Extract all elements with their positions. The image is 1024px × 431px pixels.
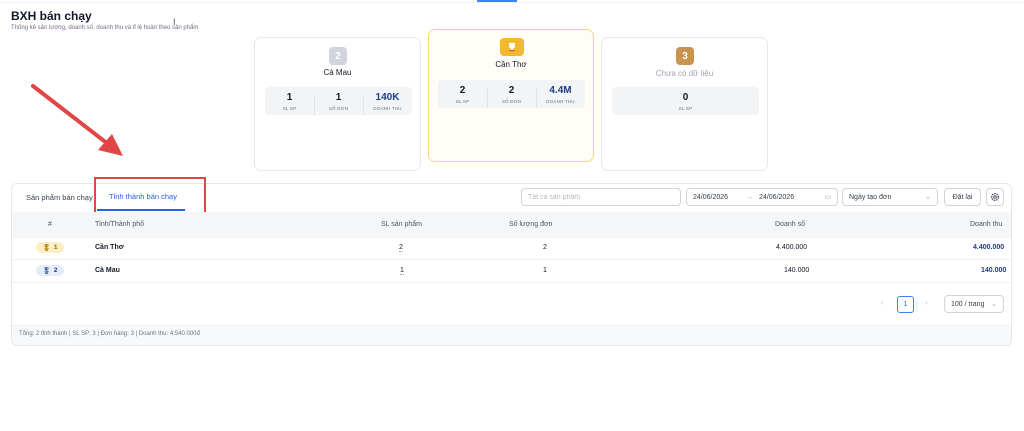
top-divider [0, 2, 1024, 3]
province-name[interactable]: Cà Mau [95, 267, 120, 274]
page-title: BXH bán chạy [11, 9, 92, 23]
gear-icon [990, 192, 1000, 202]
next-page-icon[interactable]: › [925, 298, 928, 307]
row-divider [12, 259, 1011, 260]
tab-top-products[interactable]: Sản phẩm bán chạy [26, 193, 93, 202]
date-type-select[interactable]: Ngày tạo đơn ⌄ [842, 188, 938, 206]
rank-pill-gold: 🎖 1 [36, 242, 64, 253]
trophy-icon [500, 38, 524, 56]
prev-page-icon[interactable]: ‹ [881, 298, 884, 307]
page-number[interactable]: 1 [897, 296, 914, 313]
settings-button[interactable] [986, 188, 1004, 206]
stat-revenue: 140K DOANH THU [363, 92, 412, 115]
medal-icon: 🎖 [42, 244, 51, 252]
podium-stats: 0 SL SP [612, 87, 759, 115]
revenue-value: 140.000 [981, 267, 1007, 274]
product-qty[interactable]: 1 [400, 267, 404, 275]
date-from[interactable]: 24/06/2026 [693, 194, 728, 201]
podium-stats: 2 SL SP 2 SỐ ĐƠN 4.4M DOANH THU [438, 80, 585, 108]
annotation-arrow-icon [31, 84, 123, 156]
medal-icon: 🎖 [42, 267, 51, 275]
annotation-highlight-box [94, 177, 206, 214]
summary-text: Tổng: 2 tỉnh thành | SL SP: 3 | Đơn hàng… [19, 331, 200, 337]
reset-button[interactable]: Đặt lại [944, 188, 981, 206]
rank-badge-third: 3 [676, 47, 694, 65]
page-size-value: 100 / trang [951, 300, 985, 308]
text-cursor-icon: I [173, 17, 176, 27]
order-count: 1 [543, 267, 547, 274]
revenue-value: 4.400.000 [973, 244, 1005, 251]
product-qty[interactable]: 2 [399, 244, 403, 252]
col-qty: SL sản phẩm [381, 221, 422, 228]
sales-value: 140.000 [784, 267, 810, 274]
stat-products: 2 SL SP [455, 84, 470, 104]
date-to[interactable]: 24/06/2026 [759, 194, 794, 201]
podium-stats: 1 SL SP 1 SỐ ĐƠN 140K DOANH THU [265, 87, 412, 115]
chevron-down-icon: ⌄ [991, 301, 997, 308]
stat-products: 0 SL SP [678, 91, 693, 111]
col-revenue: Doanh thu [970, 221, 1003, 228]
col-rank: # [48, 221, 52, 228]
stat-orders: 2 SỐ ĐƠN [487, 85, 536, 108]
province-name[interactable]: Cần Thơ [95, 244, 124, 251]
date-range-picker[interactable]: 24/06/2026 → 24/06/2026 ▭ [686, 188, 838, 206]
order-count: 2 [543, 244, 547, 251]
podium-name: Cà Mau [323, 68, 352, 77]
page-subtitle: Thống kê sản lượng, doanh số, doanh thu … [11, 25, 199, 31]
podium-card-third: 3 Chưa có dữ liệu 0 SL SP [601, 37, 768, 171]
podium-name: Cần Thơ [495, 60, 527, 69]
product-filter-input[interactable] [521, 188, 681, 206]
chevron-down-icon: ⌄ [925, 194, 931, 201]
row-divider [12, 282, 1011, 283]
stat-orders: 1 SỐ ĐƠN [314, 92, 363, 115]
date-separator: → [746, 193, 754, 201]
calendar-icon: ▭ [824, 194, 831, 201]
col-orders: Số lượng đơn [509, 221, 553, 228]
rank-pill-silver: 🎖 2 [36, 265, 64, 276]
stat-products: 1 SL SP [282, 91, 297, 111]
stat-revenue: 4.4M DOANH THU [536, 85, 585, 108]
podium-card-first: Cần Thơ 2 SL SP 2 SỐ ĐƠN 4.4M DOANH THU [428, 29, 594, 162]
podium-name: Chưa có dữ liệu [655, 69, 714, 78]
sales-value: 4.400.000 [776, 244, 808, 251]
rank-badge-second: 2 [329, 47, 347, 65]
podium-card-second: 2 Cà Mau 1 SL SP 1 SỐ ĐƠN 140K DOANH THU [254, 37, 421, 171]
page-size-select[interactable]: 100 / trang ⌄ [944, 295, 1004, 313]
date-type-value: Ngày tạo đơn [849, 193, 892, 201]
col-sales: Doanh số [775, 221, 805, 228]
col-province: Tỉnh/Thành phố [95, 221, 145, 228]
